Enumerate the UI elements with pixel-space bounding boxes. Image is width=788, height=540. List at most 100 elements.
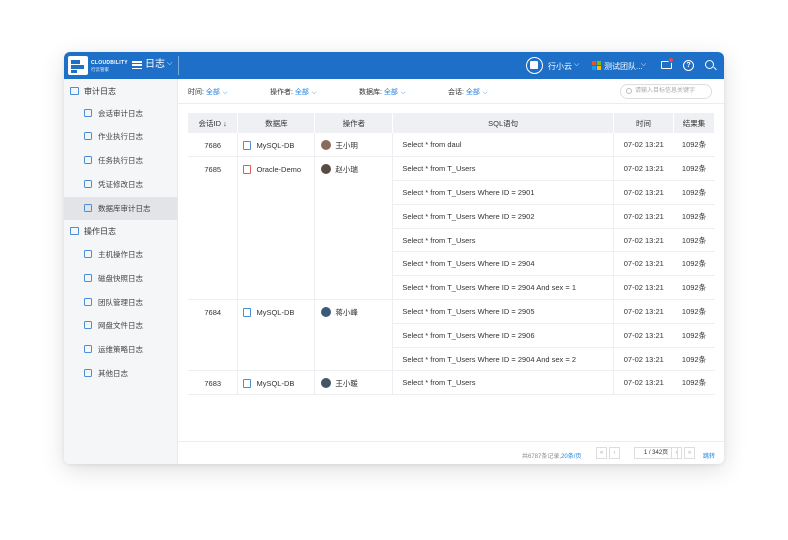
record-total: 共6787条记录,20条/页 bbox=[522, 454, 582, 460]
user-avatar-icon[interactable] bbox=[526, 57, 543, 74]
time-cell: 07-02 13:21 bbox=[613, 275, 674, 301]
result-cell: 1092条 bbox=[673, 156, 715, 182]
sql-cell: Select * from daul bbox=[392, 133, 615, 158]
chevron-down-icon[interactable]: ⌵ bbox=[167, 60, 172, 68]
first-page-button[interactable]: « bbox=[596, 447, 607, 459]
per-page-select[interactable]: 20条/页 bbox=[561, 454, 581, 460]
sidebar-item-db-audit[interactable]: 数据库审计日志 bbox=[64, 197, 177, 220]
brand-name: CLOUDBILITY bbox=[91, 60, 128, 66]
result-cell: 1092条 bbox=[673, 228, 715, 253]
chevron-down-icon[interactable]: ⌵ bbox=[574, 61, 579, 69]
sidebar-item-job-log[interactable]: 作业执行日志 bbox=[64, 125, 177, 148]
sidebar-group-operation[interactable]: 操作日志 bbox=[70, 226, 116, 238]
time-cell: 07-02 13:21 bbox=[613, 347, 674, 372]
sidebar-group-audit[interactable]: 审计日志 bbox=[70, 86, 116, 98]
sql-cell: Select * from T_Users Where ID = 2905 bbox=[392, 299, 615, 324]
sidebar-item-task-log[interactable]: 任务执行日志 bbox=[64, 149, 177, 172]
last-page-button[interactable]: » bbox=[684, 447, 695, 459]
module-title[interactable]: 日志 bbox=[145, 59, 165, 71]
time-cell: 07-02 13:21 bbox=[613, 180, 674, 205]
sql-cell: Select * from T_Users bbox=[392, 228, 615, 253]
result-cell: 1092条 bbox=[673, 133, 715, 158]
shield-icon bbox=[84, 345, 92, 354]
sidebar: 审计日志 会话审计日志 作业执行日志 任务执行日志 凭证修改日志 数据库审计日志… bbox=[64, 79, 178, 464]
time-cell: 07-02 13:21 bbox=[613, 251, 674, 277]
time-cell: 07-02 13:21 bbox=[613, 228, 674, 253]
hamburger-menu-icon[interactable] bbox=[132, 61, 142, 70]
team-name[interactable]: 测试团队... bbox=[604, 61, 643, 72]
notification-dot bbox=[668, 57, 674, 63]
database-cell: Oracle-Demo bbox=[237, 156, 316, 301]
result-cell: 1092条 bbox=[673, 323, 715, 348]
user-name[interactable]: 行小云 bbox=[548, 61, 572, 72]
avatar bbox=[321, 164, 332, 175]
disk-icon bbox=[84, 274, 92, 283]
result-cell: 1092条 bbox=[673, 275, 715, 301]
result-cell: 1092条 bbox=[673, 180, 715, 205]
prev-page-button[interactable]: ‹ bbox=[609, 447, 620, 459]
filter-operator[interactable]: 操作者: 全部 ⌵ bbox=[270, 87, 316, 97]
time-cell: 07-02 13:21 bbox=[613, 204, 674, 229]
col-session-id[interactable]: 会话ID ↓ bbox=[188, 113, 239, 133]
header-divider bbox=[178, 56, 179, 75]
time-cell: 07-02 13:21 bbox=[613, 299, 674, 324]
sql-cell: Select * from T_Users Where ID = 2904 bbox=[392, 251, 615, 277]
result-cell: 1092条 bbox=[673, 370, 715, 396]
chevron-down-icon: ⌵ bbox=[482, 90, 488, 96]
operator-cell: 蒋小峰 bbox=[314, 299, 394, 372]
sidebar-item-credential-log[interactable]: 凭证修改日志 bbox=[64, 173, 177, 196]
sql-cell: Select * from T_Users Where ID = 2902 bbox=[392, 204, 615, 229]
clipboard-icon bbox=[84, 132, 92, 141]
sidebar-item-other-log[interactable]: 其他日志 bbox=[64, 362, 177, 385]
session-id-link[interactable]: 7683 bbox=[188, 370, 239, 396]
document-icon bbox=[84, 369, 92, 378]
search-icon bbox=[626, 88, 632, 94]
chevron-down-icon: ⌵ bbox=[222, 90, 228, 96]
col-result: 结果集 bbox=[673, 113, 715, 133]
sql-cell: Select * from T_Users Where ID = 2901 bbox=[392, 180, 615, 205]
filter-database[interactable]: 数据库: 全部 ⌵ bbox=[359, 87, 405, 97]
operation-log-icon bbox=[70, 226, 79, 235]
chevron-down-icon: ⌵ bbox=[400, 90, 406, 96]
top-bar: CLOUDBILITY 行云管家 日志 ⌵ 行小云 ⌵ 测试团队... ⌵ ? bbox=[64, 52, 724, 79]
help-icon[interactable]: ? bbox=[683, 60, 694, 71]
app-window: CLOUDBILITY 行云管家 日志 ⌵ 行小云 ⌵ 测试团队... ⌵ ? … bbox=[64, 52, 724, 464]
sql-cell: Select * from T_Users Where ID = 2904 An… bbox=[392, 275, 615, 301]
sql-cell: Select * from T_Users Where ID = 2906 bbox=[392, 323, 615, 348]
database-icon bbox=[243, 164, 252, 174]
result-cell: 1092条 bbox=[673, 251, 715, 277]
team-manage-icon bbox=[84, 298, 92, 307]
filter-session[interactable]: 会话: 全部 ⌵ bbox=[448, 87, 487, 97]
sidebar-item-netdisk-log[interactable]: 网盘文件日志 bbox=[64, 314, 177, 337]
sql-cell: Select * from T_Users Where ID = 2904 An… bbox=[392, 347, 615, 372]
session-id-link[interactable]: 7686 bbox=[188, 133, 239, 158]
database-icon bbox=[84, 204, 92, 213]
jump-button[interactable]: 跳转 bbox=[703, 451, 715, 460]
table-row: 7686 MySQL-DB 王小明 Select * from daul 07-… bbox=[188, 133, 715, 158]
search-input[interactable]: 请输入目标信息关键字 bbox=[620, 84, 712, 99]
result-cell: 1092条 bbox=[673, 204, 715, 229]
session-id-link[interactable]: 7684 bbox=[188, 299, 239, 372]
table-row: 7685 Oracle-Demo 赵小瑞 Select * from T_Use… bbox=[188, 156, 715, 301]
team-icon bbox=[592, 61, 601, 70]
session-id-link[interactable]: 7685 bbox=[188, 156, 239, 301]
next-page-button[interactable]: › bbox=[671, 447, 682, 459]
sidebar-item-session-audit[interactable]: 会话审计日志 bbox=[64, 102, 177, 125]
database-icon bbox=[243, 307, 252, 317]
search-icon[interactable] bbox=[705, 60, 714, 69]
filter-time[interactable]: 时间: 全部 ⌵ bbox=[188, 87, 227, 97]
table-header: 会话ID ↓ 数据库 操作者 SQL语句 时间 结果集 bbox=[188, 113, 715, 133]
db-audit-table: 会话ID ↓ 数据库 操作者 SQL语句 时间 结果集 7686 MySQL-D… bbox=[188, 113, 715, 396]
avatar bbox=[321, 140, 332, 151]
sidebar-item-host-log[interactable]: 主机操作日志 bbox=[64, 243, 177, 266]
monitor-icon bbox=[84, 109, 92, 118]
sidebar-item-team-log[interactable]: 团队管理日志 bbox=[64, 291, 177, 314]
chevron-down-icon[interactable]: ⌵ bbox=[641, 61, 646, 69]
operator-cell: 赵小瑞 bbox=[314, 156, 394, 301]
cloud-icon bbox=[84, 321, 92, 330]
sidebar-item-policy-log[interactable]: 运维策略日志 bbox=[64, 338, 177, 361]
avatar bbox=[321, 307, 332, 318]
col-operator: 操作者 bbox=[314, 113, 394, 133]
database-icon bbox=[243, 140, 252, 150]
sidebar-item-snapshot-log[interactable]: 磁盘快照日志 bbox=[64, 267, 177, 290]
